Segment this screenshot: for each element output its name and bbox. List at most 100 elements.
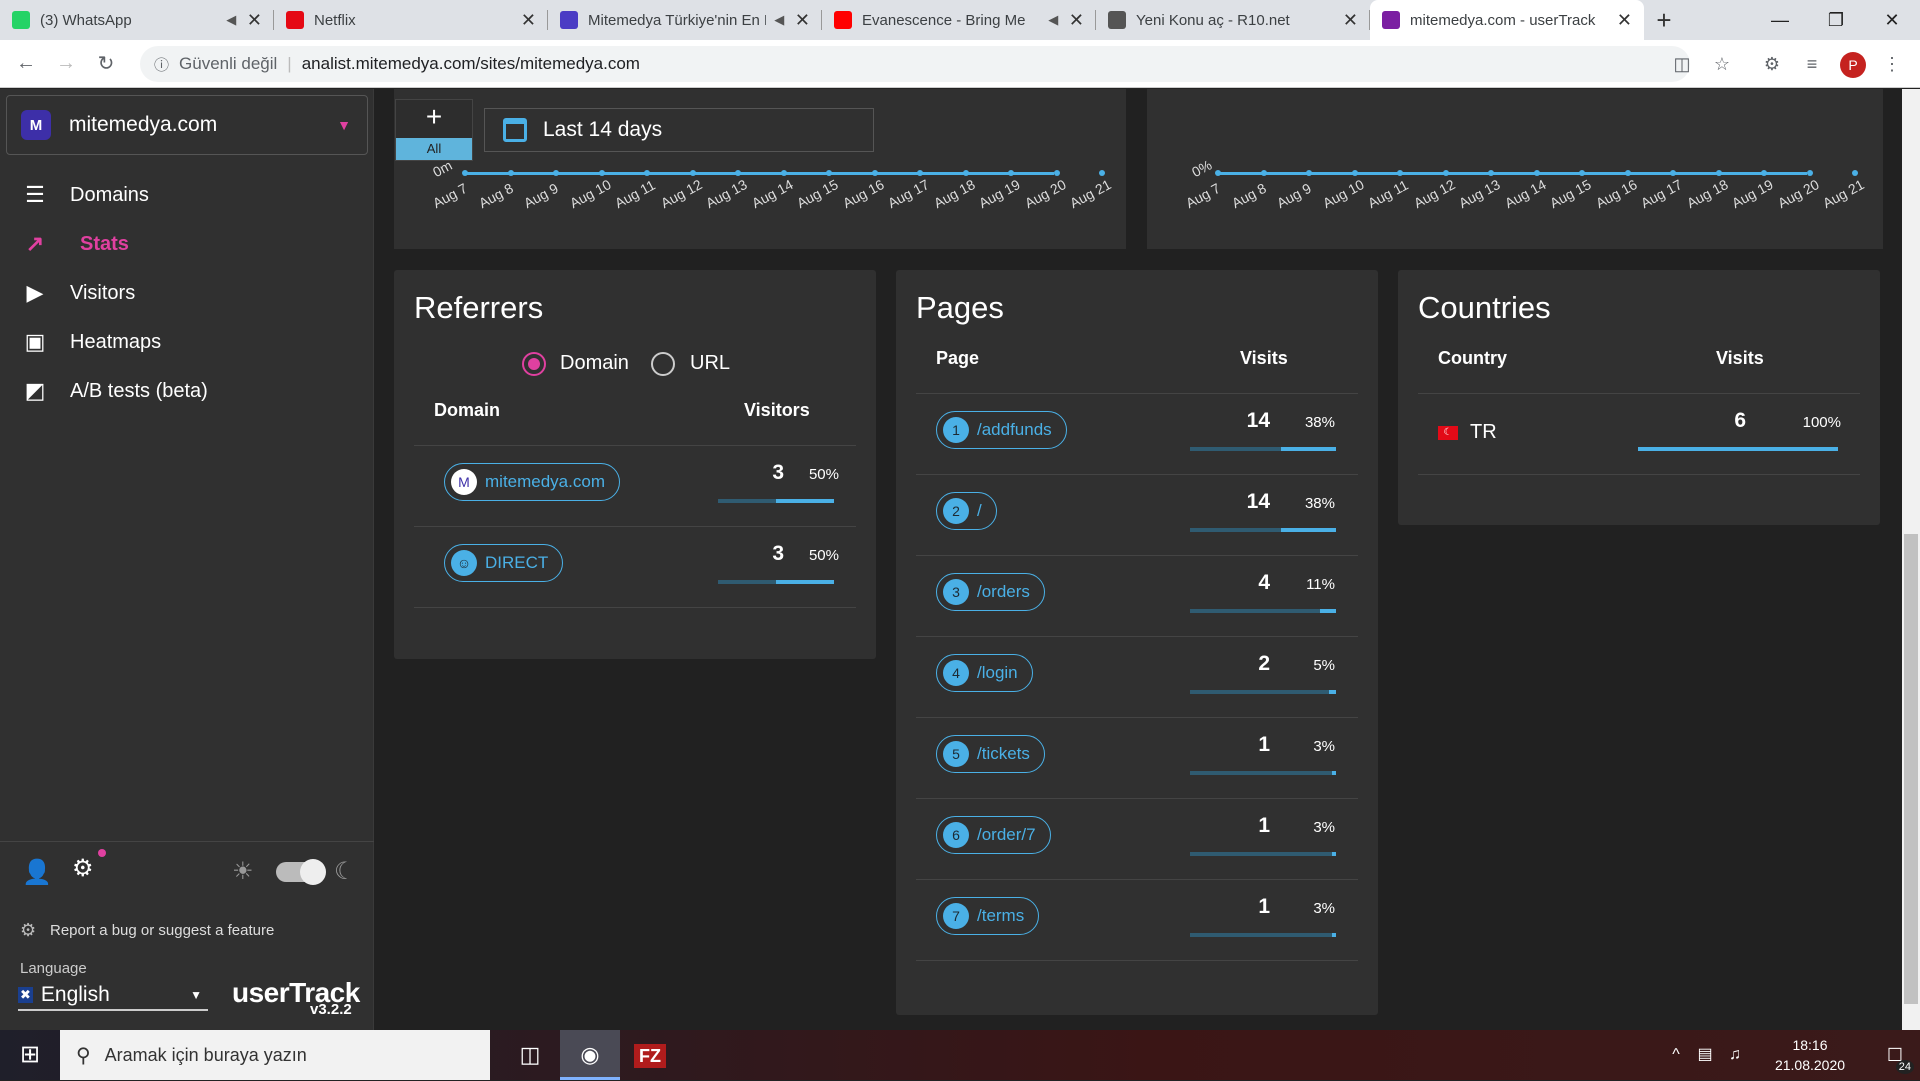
x-tick-label: Aug 10 xyxy=(1319,176,1367,212)
tab-close-icon[interactable]: ✕ xyxy=(1069,10,1084,31)
tab-3[interactable]: Evanescence - Bring Me ◀ ✕ xyxy=(822,0,1096,40)
user-icon: ☺ xyxy=(451,550,477,576)
progress-fill xyxy=(1319,609,1336,613)
extensions-icon[interactable]: ⚙ xyxy=(1758,50,1786,78)
tray-arrow-icon[interactable]: ^ xyxy=(1662,1030,1690,1080)
x-tick-label: Aug 19 xyxy=(1729,176,1776,212)
info-icon[interactable]: ⓘ xyxy=(154,54,169,75)
tab-4[interactable]: Yeni Konu aç - R10.net ✕ xyxy=(1096,0,1370,40)
radio-domain[interactable] xyxy=(522,352,546,376)
minimize-button[interactable]: — xyxy=(1752,0,1808,40)
date-range-select[interactable]: Last 14 days xyxy=(484,108,874,152)
tab-close-icon[interactable]: ✕ xyxy=(521,10,536,31)
domain-selector[interactable]: M mitemedya.com ▼ xyxy=(6,95,368,155)
task-view-icon[interactable]: ◫ xyxy=(500,1030,560,1080)
browser-tab-bar: (3) WhatsApp ◀ ✕ Netflix ✕ Mitemedya Türkiye… xyxy=(0,0,1920,40)
theme-toggle[interactable] xyxy=(276,859,326,885)
chart-point xyxy=(1397,170,1403,176)
page-chip[interactable]: 6/order/7 xyxy=(936,816,1051,854)
tab-title: (3) WhatsApp xyxy=(40,11,132,29)
translate-icon[interactable]: ◫ xyxy=(1668,50,1696,78)
network-icon[interactable]: ▤ xyxy=(1690,1030,1720,1080)
profile-avatar[interactable]: P xyxy=(1840,52,1866,78)
sidebar-item-domains[interactable]: ☰ Domains xyxy=(0,167,374,223)
time-chart-right: 0% Aug 7 Aug 8 Aug 9 Aug 10 Aug 11 Aug 12 Aug … xyxy=(1147,89,1883,249)
tab-close-icon[interactable]: ✕ xyxy=(247,10,262,31)
page-chip[interactable]: 1/addfunds xyxy=(936,411,1067,449)
filezilla-icon[interactable]: FZ xyxy=(620,1030,680,1080)
report-bug-link[interactable]: Report a bug or suggest a feature xyxy=(50,922,274,939)
chart-point xyxy=(1624,170,1631,176)
rank-badge: 1 xyxy=(943,417,969,443)
close-window-button[interactable]: ✕ xyxy=(1864,0,1920,40)
media-icon[interactable]: ≡ xyxy=(1798,50,1826,78)
windows-start-icon[interactable]: ⊞ xyxy=(0,1030,60,1080)
referrer-chip[interactable]: ☺ DIRECT xyxy=(444,544,564,582)
page-chip[interactable]: 3/orders xyxy=(936,573,1045,611)
restore-button[interactable]: ❐ xyxy=(1808,0,1864,40)
page-chip[interactable]: 7/terms xyxy=(936,897,1040,935)
page-chip[interactable]: 5/tickets xyxy=(936,735,1045,773)
new-tab-button[interactable]: + xyxy=(1644,0,1684,40)
clock[interactable]: 18:16 21.08.2020 xyxy=(1750,1035,1870,1075)
language-select[interactable]: ✖ English ▼ xyxy=(18,981,208,1011)
scrollbar-thumb[interactable] xyxy=(1904,534,1918,1004)
volume-icon[interactable]: ♫ xyxy=(1720,1030,1750,1080)
x-tick-label: Aug 18 xyxy=(1683,176,1731,212)
turkey-flag-icon: ☾ xyxy=(1438,426,1458,440)
page-chip[interactable]: 4/login xyxy=(936,654,1033,692)
pages-title: Pages xyxy=(916,290,1004,325)
taskbar-search[interactable]: ⚲ Aramak için buraya yazın xyxy=(60,1030,490,1080)
mute-icon[interactable]: ◀ xyxy=(774,12,787,28)
menu-icon[interactable]: ⋮ xyxy=(1878,50,1906,78)
tab-close-icon[interactable]: ✕ xyxy=(795,10,810,31)
row-divider xyxy=(414,526,856,527)
reload-icon[interactable]: ↻ xyxy=(86,51,126,76)
x-tick-label: Aug 21 xyxy=(1067,176,1114,212)
tab-close-icon[interactable]: ✕ xyxy=(1343,10,1358,31)
tab-5[interactable]: mitemedya.com - userTrack ✕ xyxy=(1370,0,1644,40)
back-icon[interactable]: ← xyxy=(6,52,46,75)
url-field[interactable]: ⓘ Güvenli değil | analist.mitemedya.com/… xyxy=(140,46,1690,82)
mute-icon[interactable]: ◀ xyxy=(1048,12,1061,28)
referrer-chip[interactable]: Mmitemedya.com xyxy=(444,463,620,501)
chart-point xyxy=(780,170,787,176)
forward-icon[interactable]: → xyxy=(46,52,86,75)
chrome-icon[interactable]: ◉ xyxy=(560,1030,620,1080)
chart-point xyxy=(644,170,650,176)
settings-icon[interactable]: ⚙ xyxy=(72,854,94,883)
row-divider xyxy=(414,607,856,608)
security-label[interactable]: Güvenli değil xyxy=(179,54,277,74)
tab-0[interactable]: (3) WhatsApp ◀ ✕ xyxy=(0,0,274,40)
sidebar-item-ab[interactable]: ◩ A/B tests (beta) xyxy=(0,363,374,419)
row-label: /login xyxy=(977,663,1018,682)
x-tick-label: Aug 15 xyxy=(794,176,841,212)
row-value: 6 xyxy=(1734,409,1746,432)
tab-2[interactable]: Mitemedya Türkiye'nin En Bü ◀ ✕ xyxy=(548,0,822,40)
row-divider xyxy=(916,636,1358,637)
radio-domain-label[interactable]: Domain xyxy=(560,352,629,375)
ab-test-icon: ◩ xyxy=(24,378,46,403)
chart-point xyxy=(1306,170,1312,176)
page-chip[interactable]: 2/ xyxy=(936,492,997,530)
x-tick-label: Aug 20 xyxy=(1774,176,1822,212)
bookmark-star-icon[interactable]: ☆ xyxy=(1708,50,1736,78)
tab-strip: (3) WhatsApp ◀ ✕ Netflix ✕ Mitemedya Türkiye… xyxy=(0,0,1644,40)
tab-1[interactable]: Netflix ✕ xyxy=(274,0,548,40)
sidebar-item-visitors[interactable]: ▶ Visitors xyxy=(0,265,374,321)
add-segment-button[interactable]: + All xyxy=(395,99,473,161)
progress-fill xyxy=(1638,447,1838,451)
sidebar-item-heatmaps[interactable]: ▣ Heatmaps xyxy=(0,314,374,370)
radio-url[interactable] xyxy=(651,352,675,376)
youtube-icon xyxy=(834,11,852,29)
mute-icon[interactable]: ◀ xyxy=(226,12,239,28)
notification-center-icon[interactable]: ☐ 24 xyxy=(1870,1030,1920,1080)
chart-point xyxy=(507,170,514,176)
sidebar-item-stats[interactable]: ↗ Stats xyxy=(0,216,374,272)
url-text[interactable]: analist.mitemedya.com/sites/mitemedya.co… xyxy=(302,54,640,74)
user-icon[interactable]: 👤 xyxy=(22,858,52,887)
radio-url-label[interactable]: URL xyxy=(690,352,730,375)
rank-badge: 4 xyxy=(943,660,969,686)
date-range-value: Last 14 days xyxy=(543,118,663,141)
tab-close-icon[interactable]: ✕ xyxy=(1617,10,1632,31)
